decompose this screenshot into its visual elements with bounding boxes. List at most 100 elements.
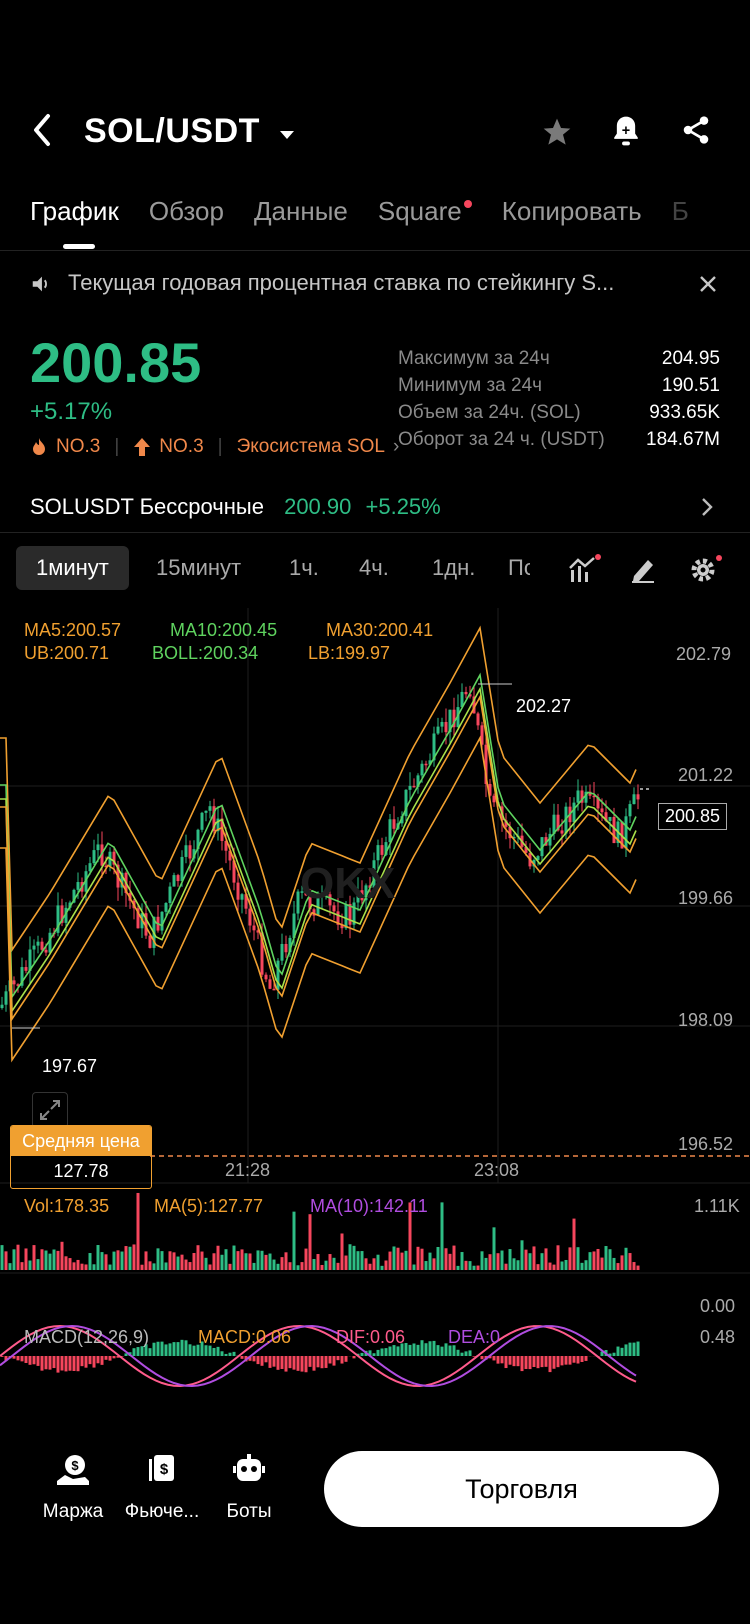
timeframe-1m[interactable]: 1минут — [16, 546, 129, 590]
price-alert-button[interactable]: + — [610, 114, 642, 153]
nav-bots[interactable]: Боты — [216, 1453, 282, 1523]
macd-bar — [376, 1349, 380, 1356]
volume-bar — [196, 1245, 200, 1270]
notice-text[interactable]: Текущая годовая процентная ставка по сте… — [68, 270, 678, 296]
draw-tool-button[interactable] — [628, 554, 658, 589]
share-button[interactable] — [680, 114, 712, 151]
ecosystem-link[interactable]: Экосистема SOL — [237, 436, 385, 458]
volume-bar — [496, 1253, 500, 1270]
volume-bar — [460, 1252, 464, 1270]
volume-bar — [64, 1256, 68, 1270]
perpetual-row[interactable]: SOLUSDT Бессрочные 200.90 +5.25% — [30, 494, 441, 520]
tab-chart[interactable]: График — [30, 196, 119, 227]
candle-body — [576, 790, 580, 803]
macd-bar — [180, 1339, 184, 1356]
volume-bar — [80, 1263, 84, 1270]
macd-bar — [40, 1356, 44, 1371]
ub-label: UB:200.71 — [24, 643, 110, 663]
volume-bar — [344, 1255, 348, 1270]
indicators-button[interactable] — [568, 554, 602, 589]
volume-bar — [472, 1265, 476, 1270]
tab-overview[interactable]: Обзор — [149, 196, 224, 227]
volume-bar — [40, 1249, 44, 1270]
volume-bar — [452, 1245, 456, 1270]
stat-label: Объем за 24ч. (SOL) — [398, 402, 581, 423]
close-icon — [700, 276, 716, 292]
macd-bar — [28, 1356, 32, 1365]
volume-bar — [76, 1259, 80, 1270]
pair-title[interactable]: SOL/USDT — [84, 112, 296, 151]
share-icon — [683, 116, 709, 144]
timeframe-bar: 1минут 15минут 1ч. 4ч. 1дн. По — [0, 546, 750, 594]
perpetual-label: SOLUSDT Бессрочные — [30, 494, 264, 519]
volume-bar — [612, 1257, 616, 1270]
volume-bar — [268, 1253, 272, 1270]
svg-text:+: + — [622, 123, 630, 139]
timeframe-1h[interactable]: 1ч. — [289, 546, 319, 590]
close-notice-button[interactable] — [698, 274, 718, 299]
macd-bar — [268, 1356, 272, 1368]
timeframe-15m[interactable]: 15минут — [156, 546, 241, 590]
volume-bar — [108, 1264, 112, 1270]
back-button[interactable] — [30, 112, 54, 148]
fullscreen-button[interactable] — [32, 1092, 68, 1128]
macd-bar — [432, 1340, 436, 1356]
price-axis-label: 201.22 — [678, 765, 734, 785]
nav-margin[interactable]: $ Маржа — [38, 1453, 108, 1523]
macd-bar — [164, 1344, 168, 1356]
tab-copy[interactable]: Копировать — [502, 196, 642, 227]
volume-bar — [600, 1257, 604, 1270]
candle-body — [424, 763, 428, 766]
stat-row: Максимум за 24ч 204.95 — [398, 348, 720, 375]
stat-value: 933.65K — [649, 402, 720, 423]
volume-bar — [468, 1261, 472, 1270]
price-axis-label: 202.79 — [676, 644, 732, 664]
macd-bar — [276, 1356, 280, 1370]
volume-bar — [484, 1257, 488, 1270]
timeframe-more[interactable]: По — [508, 546, 530, 590]
tab-data[interactable]: Данные — [254, 196, 348, 227]
candle-body — [388, 819, 392, 843]
trade-button[interactable]: Торговля — [324, 1451, 719, 1527]
boll-label: BOLL:200.34 — [152, 643, 259, 663]
candle-body — [380, 845, 384, 855]
chart-settings-button[interactable] — [688, 554, 724, 589]
volume-bar — [544, 1248, 548, 1270]
macd-bar — [188, 1344, 192, 1356]
macd-bar — [352, 1356, 356, 1359]
volume-bar — [392, 1246, 396, 1270]
gainer-rank: NO.3 — [159, 436, 204, 457]
ma30-label: MA30:200.41 — [326, 620, 434, 640]
volume-bar — [60, 1241, 64, 1270]
candle-body — [0, 1004, 4, 1008]
timeframe-1d[interactable]: 1дн. — [432, 546, 475, 590]
candlestick-chart[interactable]: OKX — [0, 608, 750, 1438]
tab-more[interactable]: Б — [672, 196, 689, 227]
volume-bar — [300, 1262, 304, 1270]
volume-bar — [204, 1257, 208, 1270]
candle-body — [408, 785, 412, 790]
volume-bar — [176, 1256, 180, 1270]
tab-square[interactable]: Square — [378, 196, 472, 227]
volume-bar — [340, 1233, 344, 1270]
macd-bar — [184, 1340, 188, 1356]
macd-bar — [416, 1344, 420, 1356]
svg-text:$: $ — [160, 1461, 169, 1478]
timeframe-4h[interactable]: 4ч. — [359, 546, 389, 590]
macd-bar — [340, 1356, 344, 1364]
favorite-button[interactable] — [540, 116, 574, 153]
candle-body — [172, 875, 176, 887]
caret-down-icon — [279, 131, 294, 139]
macd-bar — [232, 1351, 236, 1356]
volume-bar — [620, 1255, 624, 1270]
volume-bar — [348, 1244, 352, 1270]
nav-futures[interactable]: $ Фьюче... — [120, 1453, 204, 1523]
macd-bar — [480, 1356, 484, 1360]
dif-label: DIF:0.06 — [336, 1327, 406, 1347]
volume-bar — [624, 1247, 628, 1270]
macd-bar — [108, 1356, 112, 1361]
candle-body — [96, 844, 100, 851]
macd-bar — [424, 1343, 428, 1356]
volume-bar — [628, 1253, 632, 1270]
volume-bar — [332, 1257, 336, 1270]
